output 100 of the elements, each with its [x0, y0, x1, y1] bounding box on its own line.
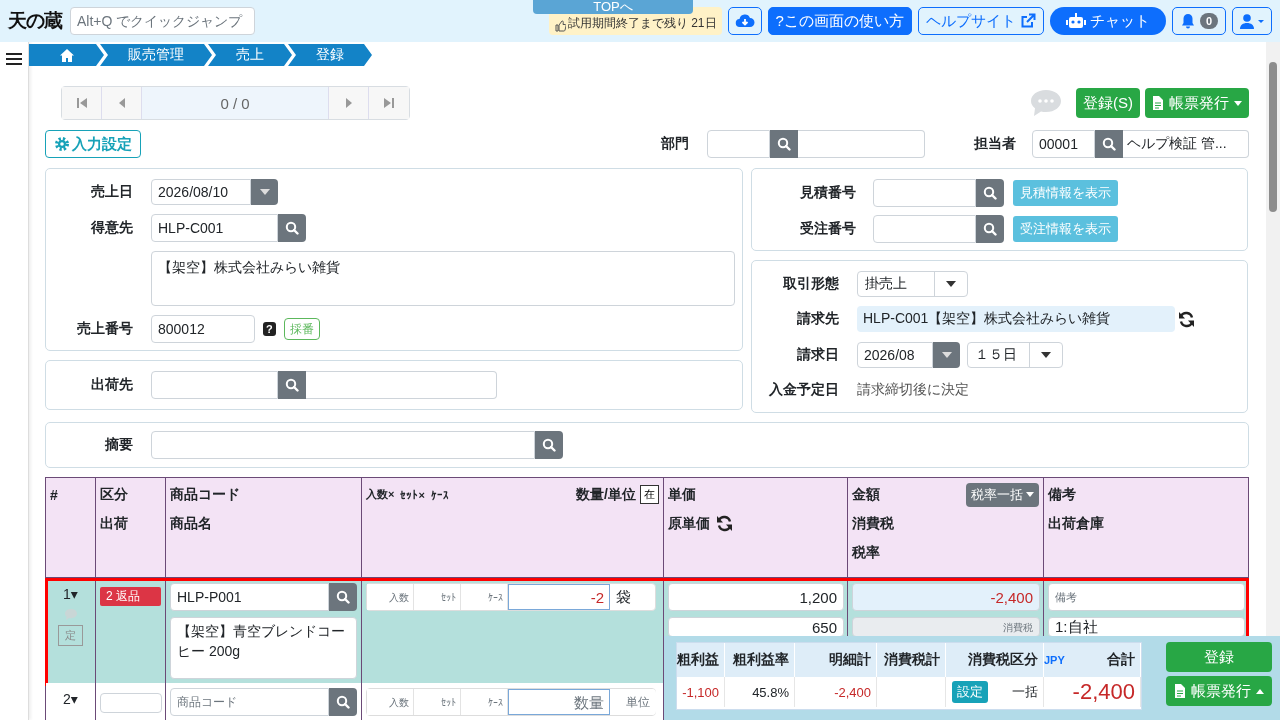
user-icon	[1239, 13, 1265, 29]
search-button[interactable]	[770, 130, 798, 158]
download-button[interactable]	[727, 7, 762, 35]
code-field[interactable]: 00001	[1032, 130, 1095, 158]
notifications-button[interactable]: 0	[1171, 7, 1226, 35]
refresh-icon[interactable]	[1178, 310, 1195, 328]
amount-field[interactable]: -2,400	[852, 583, 1040, 611]
search-button[interactable]	[329, 583, 357, 611]
column-label: 消費税計	[884, 651, 940, 669]
stock-button[interactable]: 在	[640, 485, 659, 504]
number-field[interactable]	[873, 215, 976, 243]
row-number[interactable]: 2▾	[63, 691, 78, 707]
product-code-field[interactable]: 商品コード	[170, 688, 329, 716]
search-icon	[777, 137, 791, 151]
search-field[interactable]: Alt+Q でクイックジャンプ	[70, 7, 255, 35]
robot-icon	[1065, 13, 1086, 29]
product-code-field[interactable]: HLP-P001	[170, 583, 329, 611]
memo-field[interactable]	[151, 431, 535, 459]
search-button[interactable]	[278, 214, 306, 242]
usage-guide-button[interactable]: ?この画面の使い方	[767, 7, 912, 35]
top-tab[interactable]: TOPへ	[533, 0, 693, 14]
assign-number-button[interactable]: 採番	[283, 318, 320, 340]
customer-name-field[interactable]: 【架空】株式会社みらい雑貨	[151, 251, 735, 306]
code-field[interactable]: HLP-C001	[151, 214, 278, 242]
cost-price-field[interactable]: 650	[668, 617, 844, 637]
column-label: 明細計	[829, 651, 871, 669]
quantity-sub-field[interactable]: 入数	[367, 689, 414, 715]
document-icon	[1174, 684, 1186, 698]
number-field[interactable]	[873, 179, 976, 207]
transaction-type-select[interactable]: 掛売上	[857, 271, 968, 297]
logo[interactable]: 天の蔵	[8, 8, 62, 34]
month-dropdown-button[interactable]	[933, 342, 960, 368]
currency-label: JPY	[1044, 654, 1065, 666]
search-button[interactable]	[976, 179, 1004, 207]
column-label: 備考	[1048, 485, 1076, 504]
field-label: 担当者	[973, 135, 1016, 153]
name-field[interactable]	[306, 371, 497, 399]
summary-value: 45.8%	[752, 684, 789, 700]
field-label: 入金予定日	[768, 381, 839, 399]
breadcrumb-link[interactable]: 販売管理	[100, 44, 212, 66]
help-badge[interactable]: ?	[263, 322, 276, 336]
save-button[interactable]: 登録	[1166, 642, 1272, 672]
menu-icon[interactable]	[6, 52, 22, 66]
field-label: 請求日	[796, 346, 839, 364]
scrollbar-thumb[interactable]	[1269, 62, 1277, 212]
product-name-field[interactable]: 【架空】青空ブレンドコーヒー 200g	[170, 617, 357, 679]
field-label: 売上日	[90, 183, 133, 201]
quantity-sub-field[interactable]: 入数	[367, 584, 414, 610]
help-site-button[interactable]: ヘルプサイト	[917, 7, 1044, 35]
date-field[interactable]: 2026/08/10	[151, 179, 251, 205]
search-icon	[336, 695, 350, 709]
category-select[interactable]: 2 返品	[100, 587, 161, 606]
print-dropdown-button[interactable]: 帳票発行	[1145, 88, 1249, 118]
search-button[interactable]	[535, 431, 563, 459]
row-number[interactable]: 1▾	[63, 586, 78, 602]
column-label: 出荷	[100, 514, 128, 533]
search-icon	[983, 186, 997, 200]
column-label: 消費税	[852, 514, 894, 533]
count-badge: 0	[1199, 13, 1218, 29]
refresh-icon[interactable]	[716, 515, 733, 532]
home-icon	[59, 48, 74, 62]
first-page-button[interactable]	[62, 87, 102, 119]
remarks-field[interactable]: 備考	[1048, 583, 1245, 611]
user-menu-button[interactable]	[1232, 7, 1272, 35]
search-button[interactable]	[278, 371, 306, 399]
day-select[interactable]: １５日	[967, 342, 1063, 368]
caret-icon	[258, 188, 271, 196]
thumb-icon	[553, 20, 566, 32]
save-button[interactable]: 登録(S)	[1076, 88, 1140, 118]
scrollbar[interactable]	[1266, 42, 1280, 636]
column-label: 粗利益	[677, 651, 719, 669]
quantity-field[interactable]: 数量	[508, 689, 610, 715]
field-label: 見積番号	[799, 184, 856, 202]
tax-field[interactable]: 消費税	[852, 617, 1040, 637]
date-dropdown-button[interactable]	[251, 179, 278, 205]
home-link[interactable]	[29, 44, 104, 66]
column-label: ｹｰｽ	[430, 488, 449, 501]
sale-number-field[interactable]: 800012	[151, 315, 255, 343]
quantity-field[interactable]: -2	[508, 584, 610, 610]
search-button[interactable]	[976, 215, 1004, 243]
warehouse-select[interactable]: 1:自社	[1048, 617, 1245, 637]
unit-price-field[interactable]: 1,200	[668, 583, 844, 611]
month-field[interactable]: 2026/08	[857, 342, 933, 368]
search-icon	[542, 438, 556, 452]
breadcrumb-link[interactable]: 登録	[288, 44, 372, 66]
caret-icon	[1256, 688, 1264, 694]
code-field[interactable]	[707, 130, 770, 158]
column-label: 消費税区分	[968, 651, 1038, 669]
search-button[interactable]	[1095, 130, 1123, 158]
input-settings-button[interactable]: 入力設定	[45, 130, 141, 158]
chat-button[interactable]: チャット	[1049, 7, 1166, 35]
search-button[interactable]	[329, 688, 357, 716]
breadcrumb-link[interactable]: 売上	[208, 44, 292, 66]
print-dropdown-button[interactable]: 帳票発行	[1166, 676, 1272, 706]
tax-rate-dropdown-button[interactable]: 税率一括	[966, 482, 1039, 507]
name-field[interactable]	[798, 130, 925, 158]
tax-settings-button[interactable]: 設定	[952, 681, 988, 703]
fix-button[interactable]: 定	[58, 625, 83, 646]
caret-icon	[1234, 100, 1242, 106]
code-field[interactable]	[151, 371, 278, 399]
